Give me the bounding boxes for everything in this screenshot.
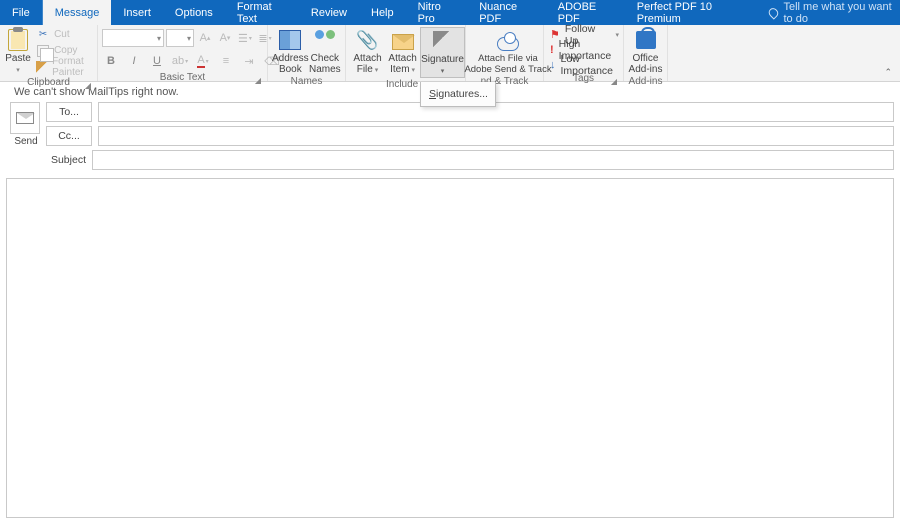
tab-file[interactable]: File [0,0,43,25]
group-basic-text-label: Basic Text [160,72,205,83]
to-field-wrapper [98,102,894,122]
address-book-button[interactable]: Address Book [272,27,309,75]
copy-icon [36,45,50,57]
group-include: 📎 Attach File ▾ Attach Item ▾ Signature▾… [346,25,466,81]
tell-me-label: Tell me what you want to do [783,1,900,25]
scissors-icon: ✂ [36,29,50,41]
underline-button[interactable]: U [148,52,166,70]
tab-format-text[interactable]: Format Text [225,0,299,25]
adobe-send-track-label: Attach File via Adobe Send & Track [464,53,551,75]
to-button[interactable]: To... [46,102,92,122]
tab-nuance-pdf[interactable]: Nuance PDF [467,0,546,25]
paste-label: Paste [5,53,31,64]
send-button[interactable] [10,102,40,134]
attach-file-button[interactable]: 📎 Attach File ▾ [350,27,385,76]
tab-insert[interactable]: Insert [111,0,163,25]
group-addins-label: Add-ins [624,75,667,88]
highlight-button[interactable]: ab▾ [171,52,189,70]
lightbulb-icon [766,6,779,19]
signature-label: Signature [421,54,464,65]
compose-header: Send To... Cc... Subject [0,102,900,174]
group-basic-text: ▾ ▾ A▴ A▾ ☰▾ ≣▾ ⇤ B I U ab▾ A▾ ≡ ⇥ ⌫ Bas… [98,25,268,81]
cloud-upload-icon [497,37,519,51]
tab-perfect-pdf[interactable]: Perfect PDF 10 Premium [625,0,755,25]
group-tags-label: Tags [573,73,594,84]
format-painter-label: Format Painter [52,56,91,78]
paperclip-icon: 📎 [357,29,379,51]
paste-button[interactable]: Paste▾ [4,27,32,76]
tab-review[interactable]: Review [299,0,359,25]
signatures-menu-item[interactable]: Signatures... [421,82,495,106]
address-book-label: Address Book [272,53,309,75]
check-names-label: Check Names [309,53,341,75]
italic-button[interactable]: I [125,52,143,70]
subject-field-wrapper [92,150,894,170]
cut-label: Cut [54,29,70,40]
shrink-font-button[interactable]: A▾ [216,29,234,47]
bold-button[interactable]: B [102,52,120,70]
send-envelope-icon [16,112,34,124]
office-addins-label: Office Add-ins [629,53,663,75]
subject-input[interactable] [93,151,893,169]
group-names: Address Book Check Names Names [268,25,346,81]
group-clipboard-label: Clipboard [27,77,70,88]
bullets-button[interactable]: ☰▾ [236,29,254,47]
group-clipboard: Paste▾ ✂Cut Copy Format Painter Clipboar… [0,25,98,81]
ribbon-tabs: File Message Insert Options Format Text … [0,0,900,25]
store-icon [636,31,656,49]
signatures-menu-label: Signatures... [429,88,488,100]
signature-button[interactable]: Signature▾ [420,27,465,78]
font-name-combo[interactable]: ▾ [102,29,164,47]
cc-field-wrapper [98,126,894,146]
group-addins: Office Add-ins Add-ins [624,25,668,81]
copy-label: Copy [54,45,77,56]
group-tags: ⚑Follow Up▾ !High Importance ↓Low Import… [544,25,624,81]
office-addins-button[interactable]: Office Add-ins [628,27,663,75]
tab-adobe-pdf[interactable]: ADOBE PDF [546,0,625,25]
clipboard-dialog-launcher[interactable]: ◢ [83,79,93,89]
paste-icon [8,29,28,51]
signature-icon [433,31,453,51]
tab-help[interactable]: Help [359,0,406,25]
collapse-ribbon-button[interactable]: ⌃ [884,67,892,78]
message-body[interactable] [6,178,894,518]
tab-options[interactable]: Options [163,0,225,25]
cc-button[interactable]: Cc... [46,126,92,146]
tags-dialog-launcher[interactable]: ◢ [609,75,619,85]
address-book-icon [279,30,301,50]
attach-item-button[interactable]: Attach Item ▾ [385,27,420,76]
font-color-button[interactable]: A▾ [194,52,212,70]
tell-me-search[interactable]: Tell me what you want to do [769,0,900,25]
cc-input[interactable] [99,127,893,145]
subject-label: Subject [46,154,86,166]
attach-item-icon [392,34,414,50]
send-label: Send [6,136,46,147]
group-names-label: Names [268,75,345,88]
low-importance-icon: ↓ [550,59,556,71]
ribbon: Paste▾ ✂Cut Copy Format Painter Clipboar… [0,25,900,82]
font-size-combo[interactable]: ▾ [166,29,194,47]
brush-icon [36,61,48,73]
grow-font-button[interactable]: A▴ [196,29,214,47]
signature-dropdown-menu: Signatures... [420,82,496,107]
check-names-button[interactable]: Check Names [309,27,341,75]
high-importance-icon: ! [550,44,554,56]
adobe-send-track-button[interactable]: Attach File via Adobe Send & Track [470,27,546,75]
align-button[interactable]: ≡ [217,52,235,70]
tab-nitro-pro[interactable]: Nitro Pro [406,0,468,25]
to-input[interactable] [99,103,893,121]
tab-message[interactable]: Message [43,0,112,25]
basic-text-dialog-launcher[interactable]: ◢ [253,74,263,84]
group-adobe-track: Attach File via Adobe Send & Track nd & … [466,25,544,81]
low-importance-button[interactable]: ↓Low Importance [550,57,619,72]
indent-button[interactable]: ⇥ [240,52,258,70]
cut-button[interactable]: ✂ Cut [34,27,93,42]
check-names-icon [314,30,336,50]
